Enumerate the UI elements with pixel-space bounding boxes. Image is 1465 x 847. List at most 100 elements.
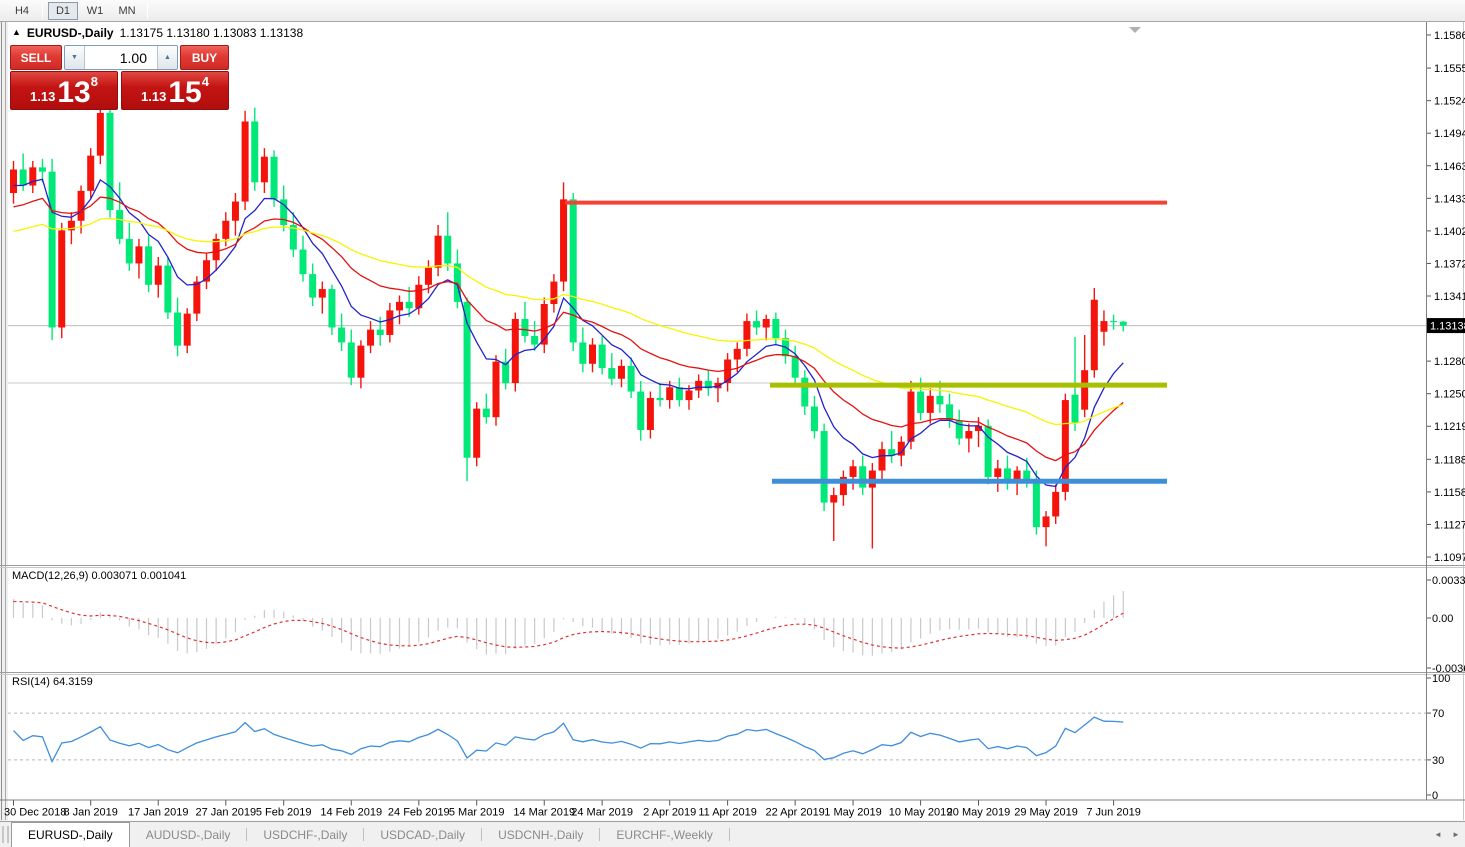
candlestick xyxy=(357,346,364,378)
buy-price-panel[interactable]: 1.13 15 4 xyxy=(121,71,229,110)
candlestick xyxy=(135,246,142,263)
candlestick xyxy=(377,330,384,335)
tab-eurusd-daily[interactable]: EURUSD-,Daily xyxy=(11,822,130,847)
timeframe-button-w1[interactable]: W1 xyxy=(80,2,110,20)
candlestick xyxy=(521,319,528,336)
candlestick xyxy=(107,113,114,210)
tab-scroll-left-icon[interactable]: ◄ xyxy=(1429,822,1447,847)
tab-scroll-right-icon[interactable]: ► xyxy=(1447,822,1465,847)
candlestick xyxy=(444,236,451,264)
candlestick xyxy=(618,366,625,379)
candlestick xyxy=(39,167,46,171)
candlestick xyxy=(927,396,934,413)
timeframe-button-d1[interactable]: D1 xyxy=(48,2,78,20)
timeframe-button-mn[interactable]: MN xyxy=(112,2,142,20)
timeframe-button-h4[interactable]: H4 xyxy=(7,2,37,20)
tab-usdcnh-daily[interactable]: USDCNH-,Daily xyxy=(482,822,599,847)
collapse-panel-icon[interactable]: ▲ xyxy=(12,27,21,37)
candlestick xyxy=(965,431,972,438)
volume-decrease-icon[interactable]: ▼ xyxy=(65,46,85,69)
candlestick xyxy=(493,362,500,418)
candlestick xyxy=(821,431,828,503)
buy-price-pips: 15 xyxy=(168,80,201,106)
rsi-axis-label: 30 xyxy=(1432,755,1444,767)
terminal-window: 1.158601.155501.152451.149401.146351.143… xyxy=(0,0,1465,847)
candlestick xyxy=(328,289,335,327)
tab-usdchf-daily[interactable]: USDCHF-,Daily xyxy=(247,822,363,847)
volume-input[interactable]: 1.00 xyxy=(85,46,157,69)
candlestick xyxy=(531,336,538,345)
time-axis-label: 5 Feb 2019 xyxy=(256,807,312,819)
price-axis-label: 1.14635 xyxy=(1434,161,1465,173)
price-axis-label: 1.15550 xyxy=(1434,63,1465,75)
buy-button[interactable]: BUY xyxy=(180,45,229,70)
candlestick xyxy=(242,121,249,201)
time-axis-label: 8 Jan 2019 xyxy=(63,807,117,819)
volume-increase-icon[interactable]: ▲ xyxy=(157,46,177,69)
candlestick xyxy=(724,360,731,383)
chart-canvas: 1.158601.155501.152451.149401.146351.143… xyxy=(0,0,1465,847)
time-axis-label: 24 Feb 2019 xyxy=(388,807,450,819)
timeframe-toolbar: H4 D1 W1 MN xyxy=(0,0,1465,22)
sell-button[interactable]: SELL xyxy=(10,45,62,70)
candlestick xyxy=(145,246,152,284)
tab-audusd-daily[interactable]: AUDUSD-,Daily xyxy=(130,822,247,847)
candlestick xyxy=(464,302,471,458)
candlestick xyxy=(396,302,403,311)
price-axis-label: 1.12500 xyxy=(1434,389,1465,401)
sell-price-pips: 13 xyxy=(57,80,90,106)
time-axis-label: 2 Apr 2019 xyxy=(643,807,696,819)
candlestick xyxy=(78,191,85,221)
tab-eurchf-weekly[interactable]: EURCHF-,Weekly xyxy=(600,822,728,847)
candlestick xyxy=(271,157,278,200)
time-axis-label: 7 Jun 2019 xyxy=(1086,807,1140,819)
candlestick xyxy=(174,313,181,346)
price-axis-label: 1.13415 xyxy=(1434,291,1465,303)
time-axis-label: 24 Mar 2019 xyxy=(571,807,633,819)
candlestick xyxy=(859,466,866,487)
candlestick xyxy=(406,302,413,308)
time-axis-label: 20 May 2019 xyxy=(947,807,1011,819)
sell-price-panel[interactable]: 1.13 13 8 xyxy=(10,71,118,110)
candlestick xyxy=(657,398,664,400)
candlestick xyxy=(338,327,345,342)
buy-price-point: 4 xyxy=(202,74,209,89)
candlestick xyxy=(1100,321,1107,332)
candlestick xyxy=(20,170,27,186)
candlestick xyxy=(155,266,162,285)
candlestick xyxy=(435,236,442,268)
candlestick xyxy=(97,113,104,156)
candlestick xyxy=(628,366,635,392)
time-axis-label: 14 Feb 2019 xyxy=(320,807,382,819)
chart-symbol-label: EURUSD-,Daily xyxy=(27,26,114,40)
price-axis-label: 1.15245 xyxy=(1434,96,1465,108)
sell-price-point: 8 xyxy=(91,74,98,89)
candlestick xyxy=(193,282,200,314)
candlestick xyxy=(1023,471,1030,480)
tab-usdcad-daily[interactable]: USDCAD-,Daily xyxy=(364,822,481,847)
candlestick xyxy=(753,321,760,327)
tab-bar-spacer xyxy=(730,822,1429,847)
tab-bar-grip xyxy=(2,826,9,843)
candlestick xyxy=(917,392,924,413)
candlestick xyxy=(637,392,644,430)
time-axis-label: 29 May 2019 xyxy=(1014,807,1078,819)
chart-background xyxy=(8,22,1426,801)
rsi-axis-label: 70 xyxy=(1432,708,1444,720)
candlestick xyxy=(666,387,673,400)
candlestick xyxy=(792,356,799,377)
candlestick xyxy=(599,345,606,368)
time-axis-label: 17 Jan 2019 xyxy=(128,807,189,819)
time-axis-label: 22 Apr 2019 xyxy=(765,807,824,819)
time-axis-label: 14 Mar 2019 xyxy=(513,807,575,819)
candlestick xyxy=(1091,300,1098,370)
candlestick xyxy=(560,199,567,281)
time-axis-label: 27 Jan 2019 xyxy=(196,807,257,819)
candlestick xyxy=(907,392,914,442)
candlestick xyxy=(946,404,953,420)
macd-indicator-label: MACD(12,26,9) 0.003071 0.001041 xyxy=(12,570,186,582)
candlestick xyxy=(676,387,683,400)
candlestick xyxy=(743,321,750,349)
macd-axis-label: 0.00 xyxy=(1432,613,1453,625)
candlestick xyxy=(1033,479,1040,527)
